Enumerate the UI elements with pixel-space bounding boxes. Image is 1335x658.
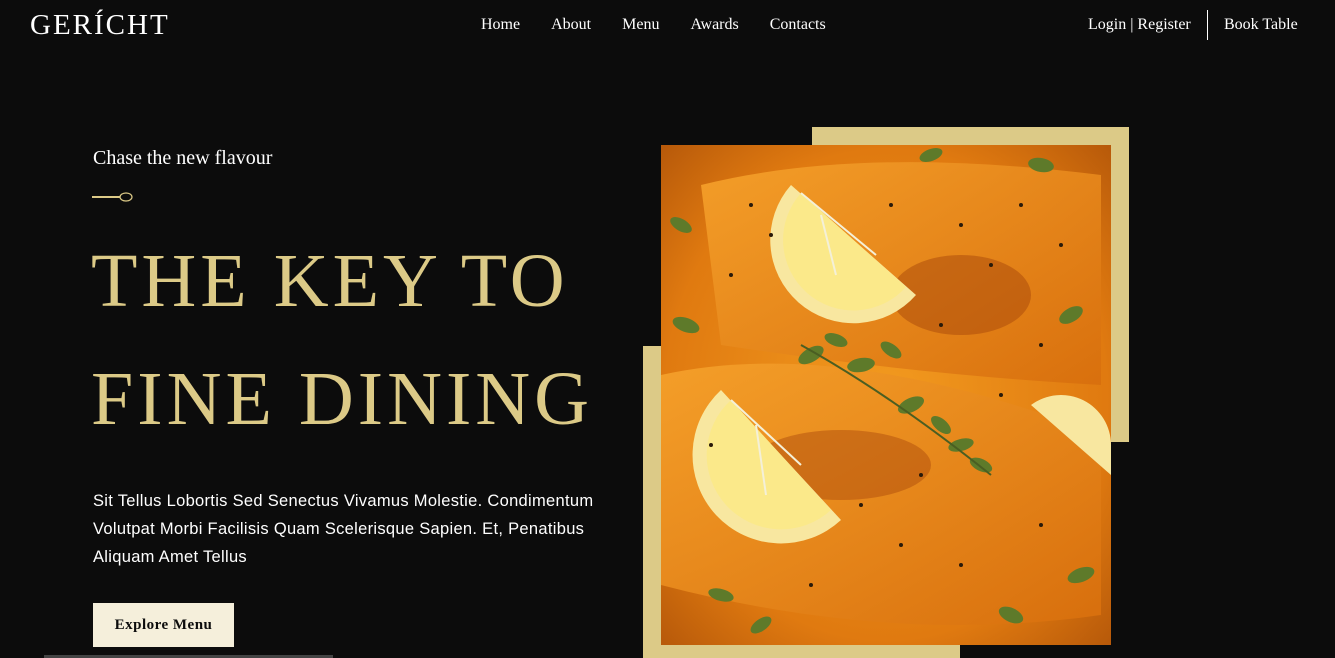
- hero-headline: THE KEY TO FINE DINING: [91, 222, 593, 458]
- nav-divider: [1207, 10, 1208, 40]
- login-link[interactable]: Login: [1088, 16, 1126, 33]
- nav-link-contacts[interactable]: Contacts: [770, 16, 826, 34]
- logo[interactable]: GERÍCHT: [30, 9, 170, 42]
- headline-line-2: FINE DINING: [91, 357, 594, 441]
- auth-links: Login | Register: [1088, 16, 1191, 34]
- spoon-icon: [92, 190, 136, 208]
- nav-link-awards[interactable]: Awards: [690, 16, 738, 34]
- salmon-dish-image: [661, 145, 1111, 645]
- hero-subtitle: Chase the new flavour: [93, 147, 273, 169]
- headline-line-1: THE KEY TO: [91, 239, 569, 323]
- main-nav: Home About Menu Awards Contacts: [481, 16, 826, 34]
- hero-description: Sit Tellus Lobortis Sed Senectus Vivamus…: [93, 492, 594, 566]
- explore-menu-button[interactable]: Explore Menu: [93, 603, 234, 647]
- register-link[interactable]: Register: [1137, 16, 1190, 33]
- book-table-link[interactable]: Book Table: [1224, 16, 1298, 34]
- auth-separator: |: [1126, 16, 1138, 33]
- nav-link-menu[interactable]: Menu: [622, 16, 659, 34]
- nav-link-home[interactable]: Home: [481, 16, 520, 34]
- nav-link-about[interactable]: About: [551, 16, 591, 34]
